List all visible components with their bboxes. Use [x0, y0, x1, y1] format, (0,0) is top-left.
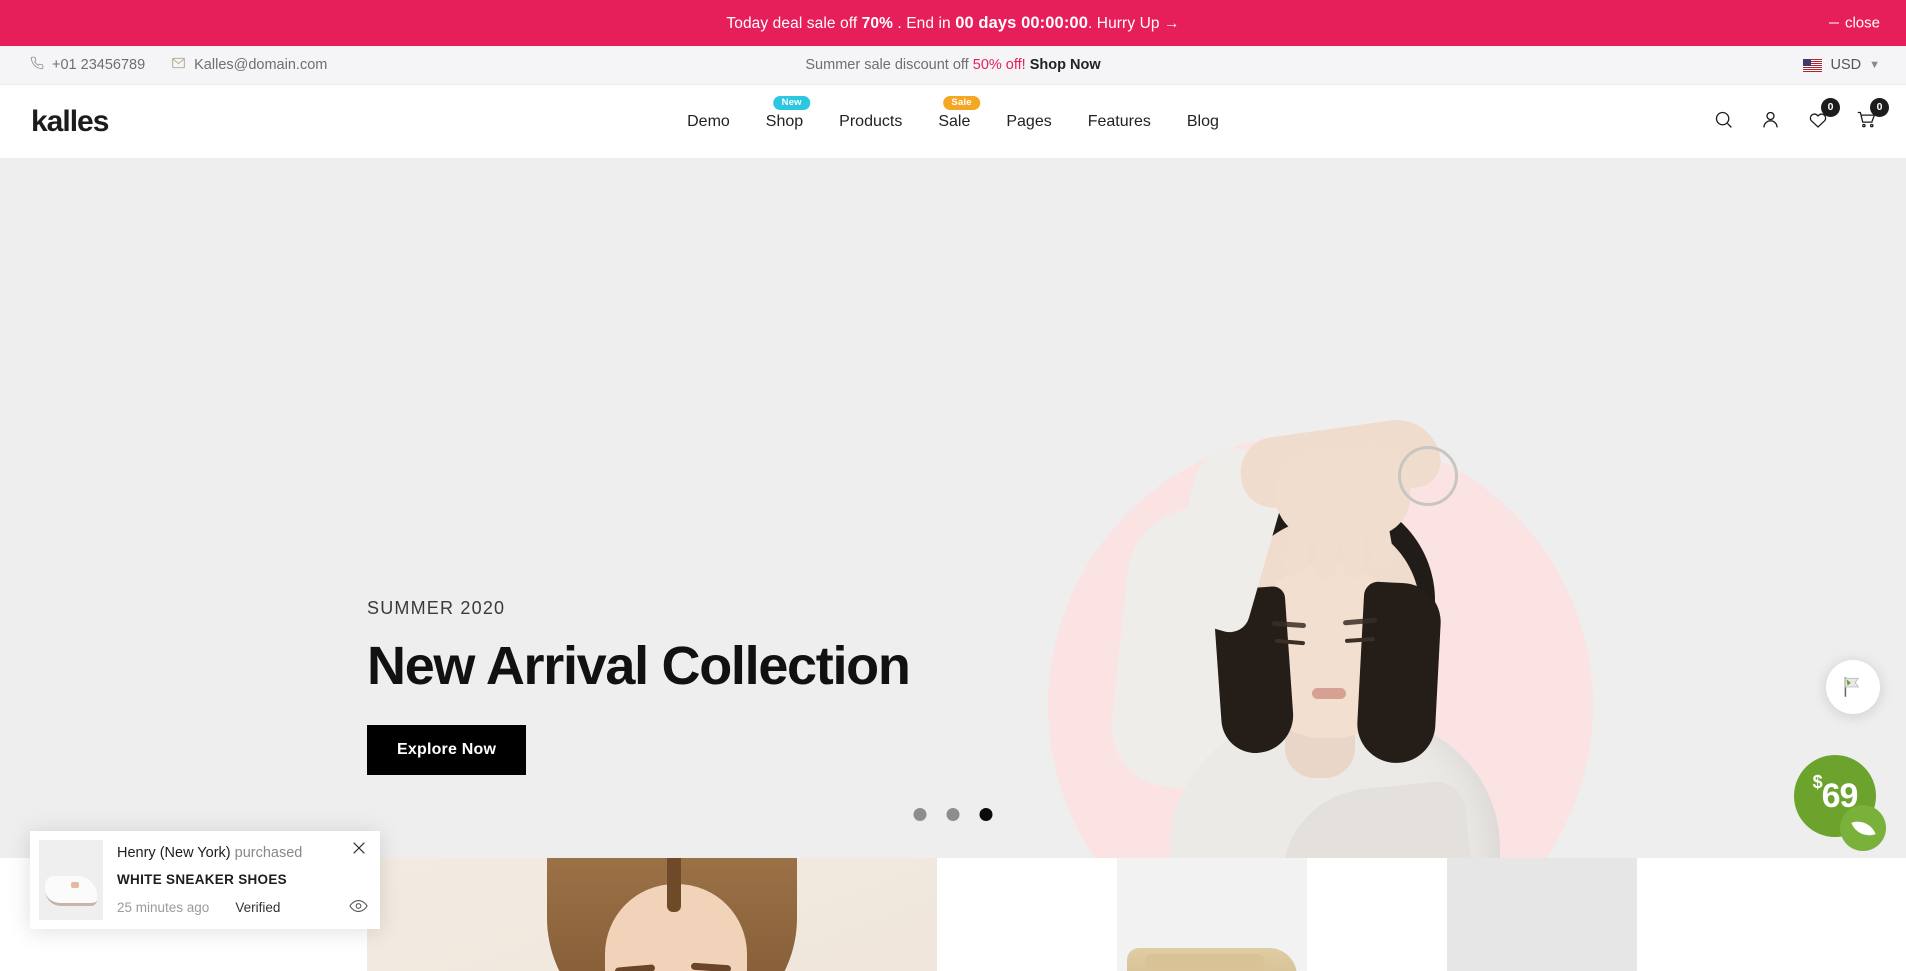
- notification-preview-button[interactable]: [349, 899, 368, 918]
- nav-label: Sale: [938, 112, 971, 130]
- shop-now-link[interactable]: Shop Now: [1030, 57, 1101, 73]
- envelope-icon: [171, 56, 186, 74]
- main-navigation: kalles Demo New Shop Products Sale Sale …: [0, 85, 1906, 158]
- nav-label: Products: [839, 112, 903, 130]
- nav-item-sale[interactable]: Sale Sale: [920, 95, 988, 131]
- product-card-3[interactable]: [1447, 858, 1637, 971]
- search-icon: [1713, 109, 1734, 135]
- promo-close-label: close: [1844, 14, 1880, 32]
- info-bar-left: +01 23456789 Kalles@domain.com: [0, 56, 327, 74]
- nav-label: Features: [1087, 112, 1151, 130]
- notification-meta: 25 minutes ago Verified: [117, 900, 371, 915]
- user-icon: [1760, 109, 1781, 135]
- nav-icons: 0 0: [1713, 97, 1889, 135]
- site-logo[interactable]: kalles: [31, 105, 109, 139]
- promo-suffix: . Hurry Up: [1087, 14, 1164, 32]
- info-bar-promo: Summer sale discount off 50% off! Shop N…: [805, 57, 1100, 73]
- dash-icon: [1828, 22, 1839, 24]
- eco-leaf-badge[interactable]: [1840, 805, 1886, 851]
- phone-number: +01 23456789: [52, 57, 146, 73]
- nav-item-features[interactable]: Features: [1070, 113, 1169, 131]
- explore-now-button[interactable]: Explore Now: [367, 725, 527, 775]
- wishlist-button[interactable]: 0: [1807, 97, 1840, 135]
- model-hair-right: [1355, 581, 1443, 765]
- nav-label: Shop: [765, 112, 804, 130]
- map-widget-button[interactable]: [1826, 660, 1880, 714]
- hero-dot-3[interactable]: [979, 808, 993, 821]
- us-flag-icon: [1803, 58, 1823, 72]
- wishlist-count: 0: [1821, 97, 1840, 117]
- nav-item-shop[interactable]: New Shop: [748, 95, 821, 131]
- nav-label: Blog: [1186, 112, 1219, 130]
- info-promo-prefix: Summer sale discount off: [805, 57, 973, 73]
- email-address: Kalles@domain.com: [194, 57, 328, 73]
- model-bracelet: [1398, 446, 1458, 506]
- hero-slide: SUMMER 2020 New Arrival Collection Explo…: [0, 158, 1906, 858]
- page-root: Today deal sale off 70% . End in 00 days…: [0, 0, 1906, 971]
- notification-customer: Henry (New York): [117, 845, 231, 861]
- currency-label: USD: [1830, 57, 1862, 73]
- info-promo-highlight: 50% off!: [972, 57, 1026, 73]
- chevron-down-icon: ▼: [1869, 59, 1880, 71]
- notification-body: Henry (New York) purchased WHITE SNEAKER…: [103, 840, 371, 920]
- notification-time: 25 minutes ago: [117, 900, 210, 915]
- product-model-part: [667, 858, 681, 912]
- promo-countdown: 00 days 00:00:00: [955, 13, 1088, 32]
- promo-arrow-icon: →: [1164, 14, 1180, 32]
- notification-product-image: [39, 840, 103, 920]
- close-icon: [353, 842, 365, 854]
- promo-prefix: Today deal sale off: [726, 14, 862, 32]
- hero-slider: SUMMER 2020 New Arrival Collection Explo…: [0, 158, 1906, 858]
- notification-headline: Henry (New York) purchased: [117, 845, 371, 861]
- nav-item-products[interactable]: Products: [821, 113, 920, 131]
- promo-text: Today deal sale off 70% . End in 00 days…: [726, 14, 1179, 33]
- nav-item-pages[interactable]: Pages: [988, 113, 1069, 131]
- phone-icon: [30, 56, 44, 74]
- nav-label: Pages: [1006, 112, 1052, 130]
- model-finger: [1313, 509, 1339, 581]
- model-lips: [1312, 688, 1346, 699]
- purchase-notification: Henry (New York) purchased WHITE SNEAKER…: [30, 831, 380, 929]
- price-currency: $: [1812, 772, 1823, 792]
- hero-title: New Arrival Collection: [367, 636, 911, 696]
- email-link[interactable]: Kalles@domain.com: [171, 56, 327, 74]
- hero-copy: SUMMER 2020 New Arrival Collection Explo…: [367, 598, 911, 775]
- product-shoe-image: [1127, 948, 1297, 971]
- map-flag-icon: [1844, 677, 1860, 697]
- cart-button[interactable]: 0: [1855, 97, 1889, 135]
- account-button[interactable]: [1760, 109, 1781, 135]
- hero-dot-2[interactable]: [946, 808, 960, 821]
- eye-icon: [349, 900, 368, 912]
- search-button[interactable]: [1713, 109, 1734, 135]
- hero-dot-1[interactable]: [913, 808, 927, 821]
- product-card-2[interactable]: [1117, 858, 1307, 971]
- currency-selector[interactable]: USD ▼: [1803, 57, 1880, 73]
- promo-close-button[interactable]: close: [1828, 14, 1880, 32]
- nav-label: Demo: [687, 112, 730, 130]
- notification-product-name[interactable]: WHITE SNEAKER SHOES: [117, 872, 371, 887]
- nav-links: Demo New Shop Products Sale Sale Pages F…: [669, 95, 1237, 131]
- leaf-icon: [1850, 815, 1876, 841]
- nav-item-demo[interactable]: Demo: [669, 113, 748, 131]
- sneaker-illustration: [45, 876, 97, 906]
- hero-model-image: [1060, 388, 1580, 858]
- info-bar: +01 23456789 Kalles@domain.com Summer sa…: [0, 46, 1906, 85]
- cart-count: 0: [1870, 97, 1889, 117]
- nav-badge-sale: Sale: [943, 95, 980, 110]
- notification-close-button[interactable]: [351, 840, 367, 860]
- notification-status: Verified: [235, 900, 281, 915]
- product-card-1[interactable]: [367, 858, 937, 971]
- hero-eyebrow: SUMMER 2020: [367, 598, 506, 618]
- nav-item-blog[interactable]: Blog: [1169, 113, 1237, 131]
- promo-mid: . End in: [893, 14, 956, 32]
- phone-link[interactable]: +01 23456789: [30, 56, 145, 74]
- notification-action: purchased: [234, 845, 303, 861]
- promo-bar: Today deal sale off 70% . End in 00 days…: [0, 0, 1906, 46]
- nav-badge-new: New: [773, 95, 810, 110]
- promo-percent: 70%: [861, 14, 893, 32]
- hero-pagination: [913, 808, 993, 821]
